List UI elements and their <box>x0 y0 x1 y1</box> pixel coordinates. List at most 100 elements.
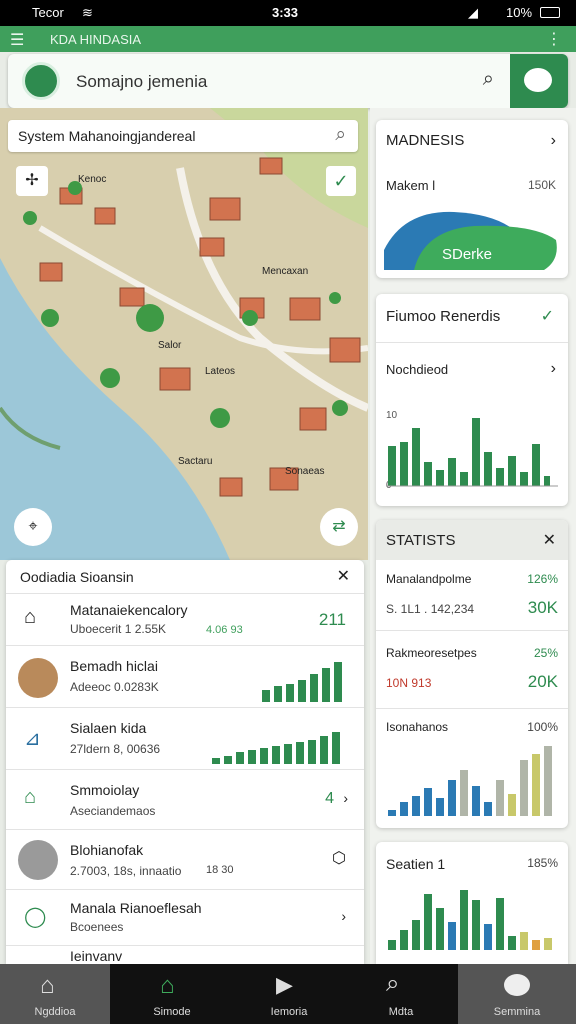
map-label: Mencaxan <box>262 266 309 277</box>
list-item-sub: 2.7003, 18s, innaatio <box>70 864 182 878</box>
nav-item-home[interactable]: ⌂ Ngddioa <box>0 964 110 1024</box>
close-icon[interactable]: ✕ <box>543 530 556 550</box>
assistant-button[interactable] <box>510 54 568 108</box>
card-title: Seatien 1 <box>386 856 446 872</box>
map-view[interactable]: System Mahanoingjandereal ⌕ ✢ ✓ Kenoc Me… <box>0 108 368 560</box>
stat-percent: 100% <box>527 720 558 734</box>
list-item-sub: 27ldern 8, 00636 <box>70 742 161 756</box>
status-bar: Tecor ≋ 3:33 ◢ 10% <box>0 0 576 26</box>
list-item-value: 4 <box>325 790 334 807</box>
stat-name: Isonahanos <box>386 720 449 734</box>
side-card-statistics[interactable]: STATISTS ✕ Manalandpolme 126% S. 1L1 . 1… <box>376 520 568 828</box>
card-bar-chart <box>388 746 552 816</box>
list-item[interactable]: Bemadh hiclai Adeeoc 0.0283K <box>6 646 364 708</box>
list-item-name: Manala Rianoeflesah <box>70 900 202 916</box>
chevron-right-icon[interactable]: › <box>551 132 556 150</box>
map-locate-button[interactable]: ⌖ <box>14 508 52 546</box>
card-sub: Nochdieod <box>386 362 449 377</box>
check-icon[interactable]: ✓ <box>541 306 554 326</box>
list-item-name: Ieinvanv <box>70 948 123 964</box>
chevron-right-icon[interactable]: › <box>551 360 556 378</box>
list-item[interactable]: ⊿ Sialaen kida 27ldern 8, 00636 <box>6 708 364 770</box>
wifi-icon: ≋ <box>82 5 93 20</box>
card-sub: Makem l <box>386 178 436 193</box>
list-item[interactable]: Ieinvanv <box>6 946 364 964</box>
map-search-input[interactable]: System Mahanoingjandereal <box>18 128 195 144</box>
house-icon: ⌂ <box>24 786 37 808</box>
cloud-icon <box>504 974 530 996</box>
menu-icon[interactable]: ☰ <box>10 30 24 50</box>
battery-icon <box>540 7 560 18</box>
stat-name: Manalandpolme <box>386 572 472 586</box>
list-item[interactable]: Blohianofak 2.7003, 18s, innaatio 18 30 … <box>6 830 364 890</box>
map-label: Lateos <box>205 366 236 377</box>
list-item[interactable]: ⌂ Smmoiolay Aseciandemaos 4 › <box>6 770 364 830</box>
nav-item-profile[interactable]: Semmina <box>458 964 576 1024</box>
profile-avatar[interactable] <box>22 62 60 100</box>
close-icon[interactable]: ✕ <box>337 566 350 586</box>
options-icon[interactable]: ⬡ <box>332 848 346 868</box>
map-confirm-button[interactable]: ✓ <box>326 166 356 196</box>
list-item[interactable]: ⌂ Matanaiekencalory Uboecerit 1 2.55K 4.… <box>6 594 364 646</box>
stat-value: 30K <box>527 598 558 617</box>
side-card-section[interactable]: Seatien 1 185% <box>376 842 568 964</box>
more-icon[interactable]: ⋮ <box>546 29 562 49</box>
stat-percent: 25% <box>533 646 558 660</box>
main-search-bar[interactable]: Somajno jemenia ⌕ <box>8 54 568 108</box>
list-item-name: Matanaiekencalory <box>70 602 188 618</box>
app-bar: ☰ KDA HINDASIA ⋮ <box>0 26 576 52</box>
chevron-right-icon[interactable]: › <box>343 790 348 806</box>
list-item-sub: Aseciandemaos <box>70 804 156 818</box>
nav-label: Ngddioa <box>34 1006 76 1018</box>
bottom-nav: ⌂ Ngddioa ⌂ Simode ▶ Iemoria ⌕ Mdta Semm… <box>0 964 576 1024</box>
map-label: Sonaeas <box>285 466 325 477</box>
map-label: Kenoc <box>78 174 107 185</box>
map-search-field[interactable]: System Mahanoingjandereal ⌕ <box>8 120 358 152</box>
signal-icon: ◢ <box>468 5 478 20</box>
chevron-right-icon[interactable]: › <box>341 908 346 924</box>
side-card-reports[interactable]: Fiumoo Renerdis ✓ Nochdieod › 10 0 <box>376 294 568 506</box>
app-title: KDA HINDASIA <box>50 32 142 47</box>
list-item-sub: Bcoenees <box>70 920 124 934</box>
nav-label: Iemoria <box>270 1006 308 1018</box>
map-tool-button[interactable]: ✢ <box>16 166 48 196</box>
stat-value: 20K <box>527 672 558 691</box>
location-icon: ◯ <box>24 906 47 928</box>
nav-item-map[interactable]: ⌂ Simode <box>110 964 234 1024</box>
stat-name: Rakmeoresetpes <box>386 646 477 660</box>
stat-sub: S. 1L1 . 142,234 <box>386 602 475 616</box>
card-title: Fiumoo Renerdis <box>386 308 501 325</box>
map-canvas[interactable] <box>0 108 368 560</box>
nav-item-play[interactable]: ▶ Iemoria <box>234 964 344 1024</box>
nav-label: Simode <box>153 1006 191 1018</box>
list-item-name: Sialaen kida <box>70 720 147 736</box>
search-icon: ⌕ <box>386 970 400 997</box>
search-icon[interactable]: ⌕ <box>483 68 494 91</box>
list-card-header: Oodiadia Sioansin ✕ <box>6 560 364 594</box>
list-card: Oodiadia Sioansin ✕ ⌂ Matanaiekencalory … <box>6 560 364 964</box>
nav-label: Mdta <box>388 1006 414 1018</box>
stat-sub: 10N 913 <box>386 676 432 690</box>
play-icon: ▶ <box>276 972 293 997</box>
house-icon: ⌂ <box>160 972 175 999</box>
card-title: STATISTS <box>386 532 456 549</box>
main-search-input[interactable]: Somajno jemenia <box>76 72 207 92</box>
card-sub-value: 150K <box>527 178 556 192</box>
list-item-sub: Uboecerit 1 2.55K <box>70 622 167 636</box>
map-search-icon[interactable]: ⌕ <box>335 124 346 146</box>
map-label: Sactaru <box>178 456 213 467</box>
list-item-sparkline <box>212 732 340 764</box>
card-title: MADNESIS <box>386 132 465 149</box>
list-item-name: Bemadh hiclai <box>70 658 158 674</box>
card-badge: SDerke <box>442 246 493 263</box>
avatar <box>18 658 58 698</box>
list-item-sub: Adeeoc 0.0283K <box>70 680 159 694</box>
list-item[interactable]: ◯ Manala Rianoeflesah Bcoenees › <box>6 890 364 946</box>
list-card-title: Oodiadia Sioansin <box>20 569 134 585</box>
side-panel: MADNESIS › Makem l 150K SDerke Fiumoo Re… <box>370 108 576 964</box>
nav-item-search[interactable]: ⌕ Mdta <box>344 964 458 1024</box>
carrier-label: Tecor <box>32 5 64 20</box>
side-card-overview[interactable]: MADNESIS › Makem l 150K SDerke <box>376 120 568 278</box>
map-label: Salor <box>158 340 182 351</box>
map-layers-button[interactable]: ⇄ <box>320 508 358 546</box>
